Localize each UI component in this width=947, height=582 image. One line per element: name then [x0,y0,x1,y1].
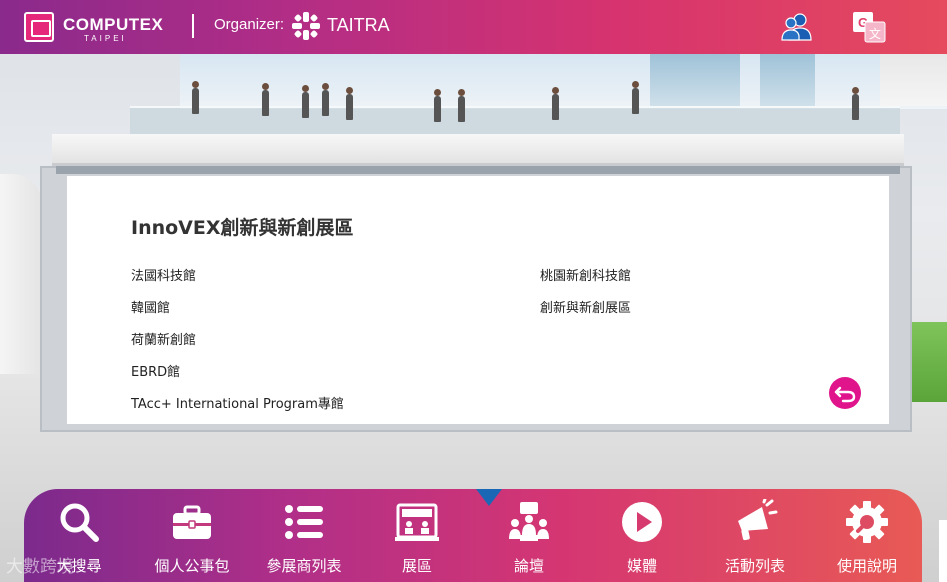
background-building [760,54,815,106]
computex-logo-icon [24,12,54,42]
translate-icon[interactable]: G 文 [852,11,886,43]
left-wall [0,174,42,394]
visitor-figure [458,89,465,122]
top-header: COMPUTEX TAIPEI Organizer: TAITRA G 文 [0,0,947,54]
visitor-figure [322,83,329,116]
pavilion-link[interactable]: EBRD館 [131,365,344,397]
back-button[interactable] [829,377,861,409]
return-arrow-icon [834,386,856,403]
watermark-text: 大數跨境 [6,557,74,577]
megaphone-icon [738,499,778,541]
pavilion-link[interactable]: TAcc+ International Program專館 [131,397,344,429]
nav-label: 活動列表 [724,557,785,575]
nav-label: 展區 [401,557,432,575]
nav-briefcase[interactable]: 個人公事包 [137,499,247,582]
nav-exhibition-hall[interactable]: 展區 [362,499,472,582]
pavilion-link[interactable]: 桃園新創科技館 [540,269,631,301]
nav-help[interactable]: 使用說明 [812,499,922,582]
roof-slab [52,134,904,166]
nav-event-list[interactable]: 活動列表 [700,499,810,582]
visitor-figure [346,87,353,120]
organizer-name: TAITRA [327,15,390,35]
organizer-label: Organizer: [214,16,285,33]
sky-background [180,54,947,109]
pavilion-list-right: 桃園新創科技館 創新與新創展區 [540,269,631,333]
nav-exhibitor-list[interactable]: 參展商列表 [249,499,359,582]
glass-railing [130,106,900,134]
visitor-figure [852,87,859,120]
search-icon [60,503,99,542]
exhibition-zone-panel: InnoVEX創新與新創展區 法國科技館 韓國館 荷蘭新創館 EBRD館 TAc… [67,176,889,424]
exhibition-hall-icon [395,503,439,541]
nav-label: 使用說明 [836,557,897,575]
edge-strip [939,520,947,582]
taitra-logo-icon [292,12,320,40]
visitor-figure [192,81,199,114]
panel-frame-shade [56,166,900,174]
brand-name: COMPUTEX [63,15,164,34]
visitor-figure [262,83,269,116]
gear-icon [846,501,888,543]
briefcase-icon [173,505,211,539]
nav-label: 媒體 [626,557,657,575]
users-icon[interactable] [780,12,814,42]
nav-label: 論壇 [513,557,544,575]
visitor-figure [434,89,441,122]
pavilion-link[interactable]: 荷蘭新創館 [131,333,344,365]
pavilion-link[interactable]: 法國科技館 [131,269,344,301]
background-building [650,54,740,106]
nav-forum[interactable]: 論壇 [474,499,584,582]
nav-label: 參展商列表 [266,557,342,575]
forum-icon [509,502,549,541]
pavilion-link[interactable]: 創新與新創展區 [540,301,631,333]
visitor-figure [302,85,309,118]
pavilion-list-left: 法國科技館 韓國館 荷蘭新創館 EBRD館 TAcc+ Internationa… [131,269,344,429]
header-divider [192,14,194,38]
svg-text:文: 文 [869,26,881,41]
brand-subtitle: TAIPEI [84,34,127,43]
background-building [880,54,947,106]
nav-media[interactable]: 媒體 [587,499,697,582]
panel-title: InnoVEX創新與新創展區 [131,217,354,239]
list-icon [285,505,323,539]
play-icon [622,502,662,542]
visitor-figure [632,81,639,114]
nav-label: 個人公事包 [154,557,230,575]
pavilion-link[interactable]: 韓國館 [131,301,344,333]
visitor-figure [552,87,559,120]
